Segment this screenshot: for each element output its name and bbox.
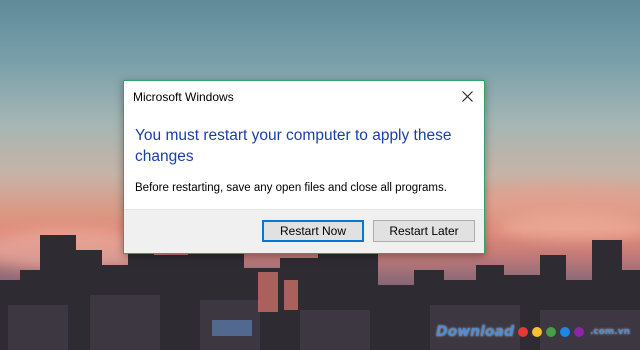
watermark-dot bbox=[545, 327, 556, 337]
watermark-dot bbox=[517, 327, 528, 337]
restart-now-button[interactable]: Restart Now bbox=[262, 220, 364, 242]
close-icon bbox=[461, 90, 473, 102]
watermark-dot bbox=[573, 327, 584, 337]
dialog-message: Before restarting, save any open files a… bbox=[135, 182, 447, 194]
close-button[interactable] bbox=[454, 85, 480, 107]
watermark-suffix: .com.vn bbox=[589, 327, 630, 337]
dialog-titlebar[interactable]: Microsoft Windows bbox=[124, 81, 484, 113]
watermark-dot bbox=[559, 327, 570, 337]
restart-dialog: Microsoft Windows You must restart your … bbox=[123, 80, 485, 254]
dialog-title: Microsoft Windows bbox=[133, 90, 234, 104]
dialog-heading: You must restart your computer to apply … bbox=[135, 127, 452, 165]
dialog-footer: Restart Now Restart Later bbox=[124, 209, 484, 253]
restart-later-button[interactable]: Restart Later bbox=[373, 220, 475, 242]
desktop-wallpaper: Download .com.vn Microsoft Windows You m… bbox=[0, 0, 640, 350]
download-watermark: Download .com.vn bbox=[436, 324, 630, 340]
watermark-dot bbox=[531, 327, 542, 337]
watermark-text: Download bbox=[435, 324, 514, 340]
